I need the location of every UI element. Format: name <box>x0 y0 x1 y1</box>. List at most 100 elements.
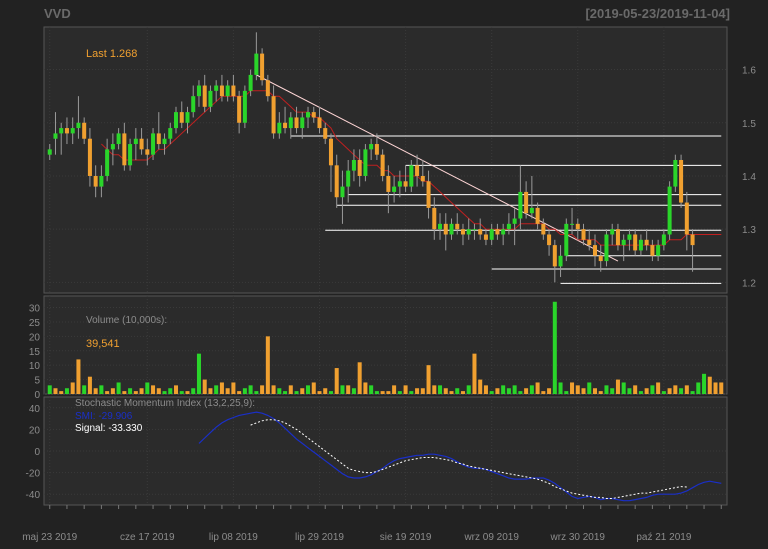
candle-down <box>679 160 684 203</box>
candle-up <box>242 90 247 123</box>
volume-bar <box>363 382 368 394</box>
volume-bar <box>478 379 483 394</box>
volume-bar <box>644 388 649 394</box>
candle-down <box>179 112 184 123</box>
candle-down <box>633 234 638 251</box>
candle-up <box>604 234 609 262</box>
volume-bar <box>219 382 224 394</box>
candle-up <box>214 85 219 91</box>
volume-bar <box>242 388 247 394</box>
candle-down <box>650 245 655 256</box>
candle-down <box>386 175 391 192</box>
signal-last-label: Signal: -33.330 <box>75 423 143 434</box>
volume-bar <box>271 385 276 394</box>
candle-up <box>363 149 368 176</box>
volume-tick-label: 30 <box>29 304 41 315</box>
volume-bar <box>59 391 64 394</box>
candle-down <box>87 138 92 176</box>
volume-bar <box>340 385 345 394</box>
volume-bar <box>397 391 402 394</box>
volume-bar <box>650 385 655 394</box>
candle-up <box>248 74 253 91</box>
candle-up <box>173 112 179 129</box>
volume-tick-label: 10 <box>29 361 41 372</box>
volume-bar <box>501 385 506 394</box>
volume-bar <box>702 373 707 394</box>
candle-down <box>432 207 437 230</box>
candle-up <box>59 128 64 134</box>
volume-bar <box>432 385 437 394</box>
candle-up <box>208 90 213 107</box>
candle-down <box>328 138 333 166</box>
candle-up <box>621 239 626 246</box>
volume-bar <box>552 301 557 394</box>
volume-bar <box>598 391 603 394</box>
candle-down <box>139 138 144 150</box>
candle-up <box>288 117 293 129</box>
volume-bar <box>128 388 133 394</box>
volume-bar <box>415 388 420 394</box>
candle-down <box>443 223 448 235</box>
x-axis-label: cze 17 2019 <box>120 532 175 543</box>
candle-up <box>47 149 52 155</box>
candle-down <box>460 229 465 235</box>
candle-up <box>506 223 511 230</box>
volume-bar <box>374 391 379 394</box>
candle-up <box>277 122 282 134</box>
candle-down <box>64 128 69 134</box>
volume-bar <box>334 368 339 394</box>
volume-bar <box>386 391 391 394</box>
x-axis-label: wrz 30 2019 <box>550 532 606 543</box>
volume-bar <box>460 391 465 394</box>
candle-down <box>374 144 379 155</box>
candle-up <box>99 175 104 187</box>
volume-bar <box>237 391 242 394</box>
candle-up <box>133 138 138 145</box>
volume-bar <box>443 388 448 394</box>
candle-down <box>495 229 500 235</box>
volume-bar <box>196 353 201 394</box>
volume-bar <box>122 391 127 394</box>
volume-bar <box>317 391 322 394</box>
candle-down <box>644 239 649 246</box>
volume-bar <box>277 388 282 394</box>
candle-up <box>472 229 477 231</box>
x-axis-label: sie 19 2019 <box>380 532 432 543</box>
volume-bar <box>294 391 299 394</box>
candle-up <box>673 160 678 187</box>
candle-down <box>541 223 546 235</box>
candle-up <box>351 160 356 171</box>
candle-down <box>547 234 552 246</box>
candle-up <box>196 85 201 97</box>
price-tick-label: 1.4 <box>742 172 756 183</box>
candle-up <box>110 144 115 150</box>
volume-bar <box>690 391 695 394</box>
candle-down <box>403 181 408 187</box>
smi-tick-label: 20 <box>29 425 41 436</box>
volume-bar <box>208 388 213 394</box>
candle-down <box>524 191 529 214</box>
volume-bar <box>403 385 408 394</box>
candle-up <box>340 186 345 198</box>
candle-up <box>570 223 575 225</box>
volume-bar <box>311 382 316 394</box>
volume-bar <box>225 388 230 394</box>
volume-bar <box>357 362 362 394</box>
volume-tick-label: 0 <box>34 390 40 401</box>
volume-bar <box>99 385 104 394</box>
candle-down <box>426 181 431 208</box>
volume-bar <box>156 388 161 394</box>
volume-tick-label: 15 <box>29 347 41 358</box>
volume-bar <box>581 388 586 394</box>
volume-bar <box>133 391 138 394</box>
candle-up <box>529 207 534 214</box>
volume-bar <box>369 385 374 394</box>
candle-down <box>587 239 592 246</box>
candle-down <box>311 112 316 118</box>
candle-down <box>260 53 265 81</box>
volume-bar <box>673 385 678 394</box>
candle-up <box>254 53 259 75</box>
candle-up <box>638 239 643 251</box>
volume-bar <box>265 336 270 394</box>
volume-bar <box>564 391 569 394</box>
